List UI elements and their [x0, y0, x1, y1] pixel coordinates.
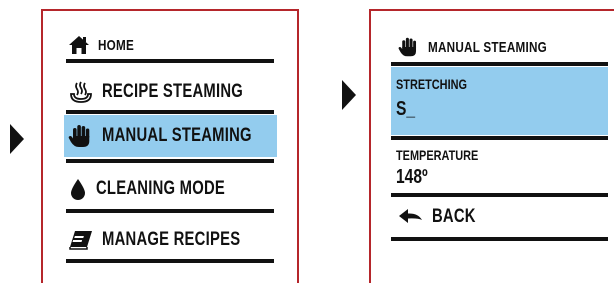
- temperature-field[interactable]: TEMPERATURE 148º: [391, 140, 608, 192]
- submenu-divider: [391, 62, 608, 66]
- stretching-label: STRETCHING: [396, 76, 467, 92]
- submenu-divider: [391, 193, 608, 197]
- menu-item-cleaning-mode[interactable]: CLEANING MODE: [66, 168, 274, 210]
- menu-divider: [66, 209, 274, 213]
- home-icon: [68, 35, 90, 55]
- back-label: BACK: [432, 206, 476, 227]
- left-nav-arrow-icon: [10, 124, 24, 154]
- drop-icon: [68, 177, 88, 201]
- menu-item-recipe-steaming[interactable]: RECIPE STEAMING: [66, 71, 274, 113]
- book-icon: [68, 229, 94, 251]
- submenu-header: MANUAL STEAMING: [396, 34, 581, 60]
- menu-item-cleaning-mode-label: CLEANING MODE: [96, 178, 226, 199]
- menu-item-manage-recipes[interactable]: MANAGE RECIPES: [66, 219, 274, 261]
- submenu-header-label: MANUAL STEAMING: [428, 38, 547, 56]
- menu-divider: [66, 110, 274, 114]
- manual-steaming-panel: MANUAL STEAMING STRETCHING S_ TEMPERATUR…: [369, 9, 614, 283]
- menu-item-home-label: HOME: [98, 36, 135, 54]
- menu-item-recipe-steaming-label: RECIPE STEAMING: [102, 81, 244, 102]
- menu-item-manual-steaming[interactable]: MANUAL STEAMING: [64, 115, 277, 157]
- temperature-label: TEMPERATURE: [396, 147, 479, 163]
- menu-divider: [66, 259, 274, 263]
- main-menu-panel: HOME RECIPE STEAMING MANUAL STEAMING CLE…: [41, 9, 299, 283]
- submenu-divider: [391, 237, 608, 241]
- temperature-value: 148º: [396, 166, 428, 188]
- menu-item-manage-recipes-label: MANAGE RECIPES: [102, 229, 241, 250]
- back-arrow-icon: [398, 208, 424, 226]
- hand-icon: [68, 123, 94, 149]
- menu-divider: [66, 159, 274, 163]
- back-button[interactable]: BACK: [396, 201, 488, 233]
- hand-icon: [398, 36, 420, 58]
- stretching-value: S_: [396, 98, 416, 120]
- middle-nav-arrow-icon: [342, 80, 356, 110]
- menu-item-manual-steaming-label: MANUAL STEAMING: [102, 125, 252, 146]
- stretching-field[interactable]: STRETCHING S_: [391, 67, 608, 135]
- steam-icon: [68, 80, 94, 104]
- menu-divider: [66, 59, 274, 63]
